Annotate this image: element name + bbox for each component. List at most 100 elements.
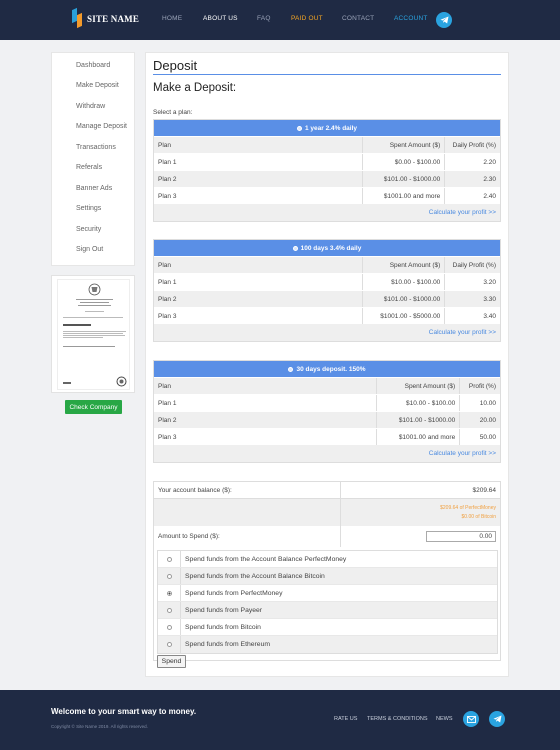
- cell-plan: Plan 3: [154, 308, 363, 324]
- sidebar-item-manage-deposit[interactable]: Manage Deposit: [76, 123, 127, 130]
- table-row: Plan 3 $1001.00 and more 2.40: [154, 187, 500, 204]
- cell-plan: Plan 3: [154, 429, 377, 445]
- seal-icon: [116, 376, 127, 387]
- telegram-icon[interactable]: [436, 12, 452, 28]
- payment-option-label: Spend funds from Bitcoin: [185, 623, 261, 631]
- payment-option[interactable]: Spend funds from the Account Balance Bit…: [158, 568, 497, 585]
- nav-paid-out[interactable]: PAID OUT: [291, 15, 323, 22]
- select-plan-label: Select a plan:: [153, 109, 193, 116]
- nav-about-us[interactable]: ABOUT US: [203, 15, 238, 22]
- sidebar-item-sign-out[interactable]: Sign Out: [76, 246, 103, 253]
- balance-bitcoin: $0.00 of Bitcoin: [461, 513, 496, 520]
- cell-amount: $1001.00 and more: [363, 188, 446, 204]
- site-logo[interactable]: SITE NAME: [72, 7, 140, 29]
- balance-label: Your account balance ($):: [154, 482, 341, 498]
- col-profit: Daily Profit (%): [452, 141, 496, 149]
- page-title: Deposit: [153, 58, 198, 73]
- table-row: Plan 2 $101.00 - $1000.00 2.30: [154, 170, 500, 187]
- table-row: Plan 1 $10.00 - $100.00 3.20: [154, 273, 500, 290]
- plan-radio-icon[interactable]: [296, 125, 302, 131]
- spend-button[interactable]: Spend: [157, 655, 186, 668]
- radio-checked-icon[interactable]: [166, 590, 172, 596]
- cell-profit: 20.00: [479, 416, 496, 424]
- nav-home[interactable]: HOME: [162, 15, 182, 22]
- telegram-icon[interactable]: [489, 711, 505, 727]
- calculate-profit-link[interactable]: Calculate your profit >>: [154, 204, 500, 221]
- table-header-row: Plan Spent Amount ($) Daily Profit (%): [154, 256, 500, 273]
- page-footer: Welcome to your smart way to money. Copy…: [0, 690, 560, 750]
- certificate-page: [57, 279, 130, 390]
- cell-profit: 2.30: [483, 175, 496, 183]
- col-plan: Plan: [154, 257, 363, 273]
- sidebar-item-banner-ads[interactable]: Banner Ads: [76, 185, 112, 192]
- sidebar-item-make-deposit[interactable]: Make Deposit: [76, 82, 119, 89]
- radio-icon[interactable]: [166, 573, 172, 579]
- check-company-button[interactable]: Check Company: [65, 400, 122, 414]
- amount-label: Amount to Spend ($):: [154, 526, 341, 547]
- sidebar-item-withdraw[interactable]: Withdraw: [76, 103, 105, 110]
- sidebar-item-dashboard[interactable]: Dashboard: [76, 62, 110, 69]
- logo-text: SITE NAME: [87, 14, 140, 24]
- company-certificate-image[interactable]: [51, 275, 135, 393]
- cell-plan: Plan 1: [154, 274, 363, 290]
- payment-option-label: Spend funds from the Account Balance Per…: [185, 555, 347, 563]
- cell-amount: $1001.00 and more: [377, 429, 461, 445]
- payment-option-label: Spend funds from PerfectMoney: [185, 589, 283, 597]
- calculate-profit-link[interactable]: Calculate your profit >>: [154, 324, 500, 341]
- plan-title: 30 days deposit. 150%: [296, 365, 366, 373]
- plan-header[interactable]: 1 year 2.4% daily: [154, 120, 500, 136]
- col-profit: Daily Profit (%): [452, 261, 496, 269]
- footer-link-terms[interactable]: TERMS & CONDITIONS: [367, 716, 428, 722]
- deposit-form: Your account balance ($): $209.64 $209.6…: [153, 481, 501, 668]
- radio-icon[interactable]: [166, 624, 172, 630]
- plan-header[interactable]: 100 days 3.4% daily: [154, 240, 500, 256]
- sidebar-item-referals[interactable]: Referals: [76, 164, 102, 171]
- balance-row: Your account balance ($): $209.64: [154, 482, 500, 499]
- section-title: Make a Deposit:: [153, 82, 237, 94]
- cell-profit: 2.40: [483, 192, 496, 200]
- footer-link-news[interactable]: NEWS: [436, 716, 453, 722]
- cell-amount: $0.00 - $100.00: [363, 154, 446, 170]
- mail-icon[interactable]: [463, 711, 479, 727]
- plan-header[interactable]: 30 days deposit. 150%: [154, 361, 500, 377]
- plan-radio-icon[interactable]: [292, 245, 298, 251]
- plan-radio-icon[interactable]: [288, 366, 294, 372]
- cell-amount: $10.00 - $100.00: [363, 274, 446, 290]
- radio-icon[interactable]: [166, 556, 172, 562]
- nav-account[interactable]: ACCOUNT: [394, 15, 428, 22]
- sidebar-item-security[interactable]: Security: [76, 226, 101, 233]
- cell-profit: 3.20: [483, 278, 496, 286]
- sidebar-item-settings[interactable]: Settings: [76, 205, 101, 212]
- payment-option[interactable]: Spend funds from the Account Balance Per…: [158, 551, 497, 568]
- amount-input[interactable]: 0.00: [426, 531, 496, 542]
- payment-option[interactable]: Spend funds from Ethereum: [158, 636, 497, 653]
- payment-option[interactable]: Spend funds from Payeer: [158, 602, 497, 619]
- footer-title: Welcome to your smart way to money.: [51, 707, 197, 716]
- calculate-profit-link[interactable]: Calculate your profit >>: [154, 445, 500, 462]
- cell-plan: Plan 2: [154, 412, 377, 428]
- col-profit: Profit (%): [468, 382, 496, 390]
- cell-amount: $101.00 - $1000.00: [363, 171, 446, 187]
- account-sidebar: Dashboard Make Deposit Withdraw Manage D…: [51, 52, 135, 266]
- col-spent-amount: Spent Amount ($): [377, 378, 461, 394]
- radio-icon[interactable]: [166, 642, 172, 647]
- sidebar-item-transactions[interactable]: Transactions: [76, 144, 116, 151]
- top-header: SITE NAME HOME ABOUT US FAQ PAID OUT CON…: [0, 0, 560, 40]
- footer-link-rate-us[interactable]: RATE US: [334, 716, 357, 722]
- radio-icon[interactable]: [166, 607, 172, 613]
- deposit-panel: Deposit Make a Deposit: Select a plan: 1…: [145, 52, 509, 677]
- cell-amount: $101.00 - $1000.00: [363, 291, 446, 307]
- plan-title: 100 days 3.4% daily: [300, 244, 362, 252]
- table-row: Plan 1 $10.00 - $100.00 10.00: [154, 394, 500, 411]
- logo-mark-icon: [72, 7, 84, 29]
- table-row: Plan 2 $101.00 - $1000.00 20.00: [154, 411, 500, 428]
- payment-option[interactable]: Spend funds from Bitcoin: [158, 619, 497, 636]
- cell-plan: Plan 2: [154, 171, 363, 187]
- cell-plan: Plan 1: [154, 395, 377, 411]
- payment-option[interactable]: Spend funds from PerfectMoney: [158, 585, 497, 602]
- nav-faq[interactable]: FAQ: [257, 15, 271, 22]
- payment-option-label: Spend funds from the Account Balance Bit…: [185, 572, 325, 580]
- cell-plan: Plan 3: [154, 188, 363, 204]
- cell-plan: Plan 2: [154, 291, 363, 307]
- nav-contact[interactable]: CONTACT: [342, 15, 374, 22]
